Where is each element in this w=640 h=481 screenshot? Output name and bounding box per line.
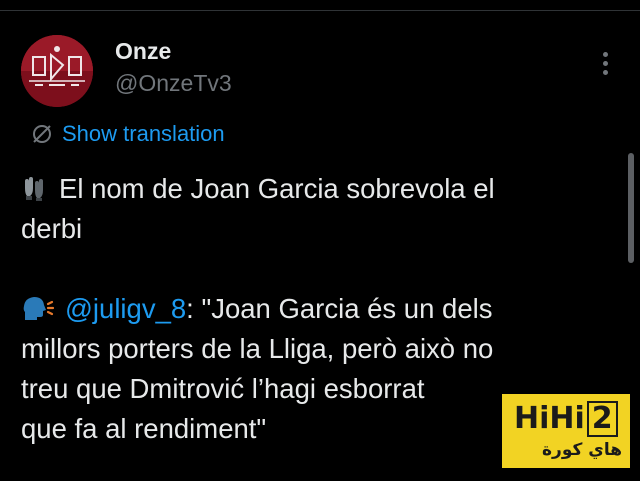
watermark-logo: HiHi 2 هاي كورة [502,394,630,468]
gloves-emoji-icon [25,177,43,201]
watermark-brand-number: 2 [586,401,618,437]
watermark-brand: HiHi 2 [514,400,618,438]
mention-link[interactable]: @juligv_8 [65,293,186,324]
scrollbar-thumb[interactable] [628,153,634,263]
author-display-name[interactable]: Onze [115,36,171,66]
top-divider [0,10,640,11]
watermark-brand-text: HiHi [514,401,585,436]
speaking-head-emoji-icon [23,297,55,320]
tweet-line: El nom de Joan Garcia sobrevola el [21,169,601,209]
tweet-line: @juligv_8: "Joan Garcia és un dels [21,289,601,329]
tweet-line-5: millors porters de la Lliga, però això n… [21,333,494,364]
watermark-arabic-text: هاي كورة [542,440,623,460]
avatar-logo-icon [21,35,93,107]
author-handle[interactable]: @OnzeTv3 [115,68,232,98]
tweet-line-1: El nom de Joan Garcia sobrevola el [59,173,495,204]
globe-icon [33,125,51,143]
show-translation-link[interactable]: Show translation [30,118,225,150]
more-dot-icon [602,60,608,66]
tweet-line-4-text: : "Joan Garcia és un dels [186,293,493,324]
more-dot-icon [602,69,608,75]
more-dot-icon [602,51,608,57]
tweet-line-2: derbi [21,213,83,244]
show-translation-label: Show translation [62,121,225,146]
avatar[interactable] [21,35,93,107]
more-options-button[interactable] [592,46,618,80]
